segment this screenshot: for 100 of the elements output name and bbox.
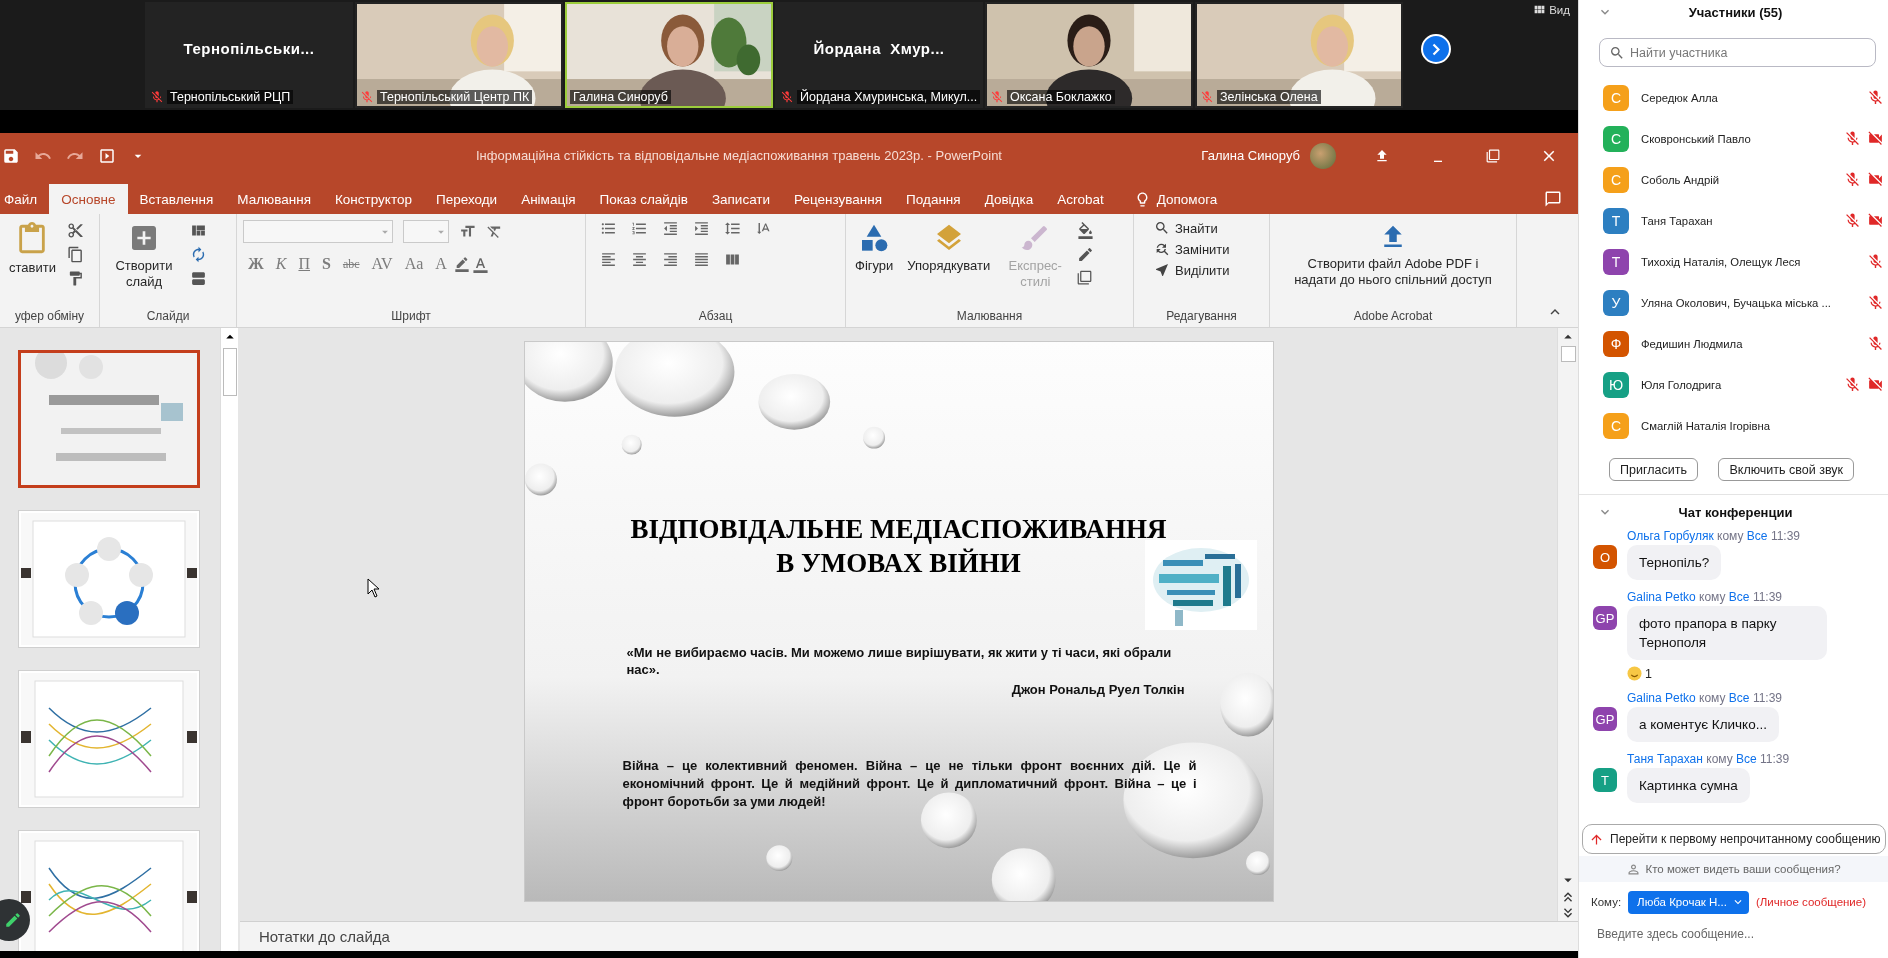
recipient-dropdown[interactable]: Люба Крочак Н... bbox=[1628, 890, 1749, 914]
font-name-field[interactable] bbox=[243, 220, 393, 243]
text-direction-icon[interactable] bbox=[755, 220, 772, 237]
format-button[interactable]: Ж bbox=[243, 255, 269, 273]
scissors-icon[interactable] bbox=[66, 222, 84, 239]
drawing-button[interactable]: Упорядкувати bbox=[904, 220, 994, 277]
align-left-icon[interactable] bbox=[600, 251, 617, 268]
paste-button[interactable]: ставити bbox=[6, 220, 59, 279]
restore-icon[interactable] bbox=[1486, 148, 1500, 163]
grid-icon bbox=[1533, 3, 1547, 16]
editing-button[interactable]: Знайти bbox=[1152, 220, 1220, 236]
participant-label: Оксана Боклажко bbox=[1007, 90, 1115, 104]
avatar: Т bbox=[1603, 248, 1629, 275]
ribbon-tab[interactable]: Вставлення bbox=[127, 184, 226, 214]
outline-icon[interactable] bbox=[1077, 246, 1095, 263]
create-pdf-button[interactable]: Створити файл Adobe PDF і надати до нього спільний доступ bbox=[1291, 220, 1495, 291]
bullets-icon[interactable] bbox=[600, 220, 617, 237]
group-label: уфер обміну bbox=[14, 308, 85, 325]
jump-to-unread-button[interactable]: Перейти к первому непрочитанному сообщению bbox=[1582, 824, 1886, 854]
avatar: Т bbox=[1603, 207, 1629, 234]
format-button[interactable]: К bbox=[270, 255, 292, 273]
participant-name: Соболь Андрій bbox=[1641, 173, 1721, 186]
mouse-cursor-icon bbox=[367, 578, 381, 598]
format-button[interactable]: A bbox=[430, 255, 452, 273]
avatar: GP bbox=[1593, 606, 1617, 630]
new-slide-button[interactable]: Створити слайд bbox=[106, 220, 182, 293]
ribbon-tab[interactable]: Acrobat bbox=[1045, 184, 1116, 214]
presentation-icon[interactable] bbox=[98, 146, 116, 165]
format-button[interactable]: AV bbox=[366, 255, 398, 273]
ribbon-tab[interactable]: Рецензування bbox=[782, 184, 895, 214]
avatar: С bbox=[1603, 166, 1629, 193]
panel-title: Участники (55) bbox=[1687, 4, 1784, 20]
message-header: Galina Petko кому Все 11:39 bbox=[1627, 590, 1784, 604]
replace-icon bbox=[1154, 241, 1170, 257]
section-icon[interactable] bbox=[190, 270, 207, 287]
ribbon-tab[interactable]: Переходи bbox=[424, 184, 510, 214]
drawing-button[interactable]: Фігури bbox=[852, 220, 897, 277]
help-button[interactable]: Допомога bbox=[1115, 184, 1230, 214]
participant-label: Тернопільський РЦП bbox=[167, 90, 294, 104]
participant-name: Федишин Людмила bbox=[1641, 337, 1744, 350]
format-button[interactable]: П bbox=[293, 255, 315, 273]
highlighter-icon[interactable] bbox=[453, 256, 470, 272]
comment-icon bbox=[1544, 190, 1562, 208]
recipient-label: Кому: bbox=[1591, 896, 1622, 908]
copy-icon[interactable] bbox=[66, 246, 84, 263]
view-button[interactable]: Вид bbox=[1525, 2, 1578, 17]
participant-name: Сковронський Павло bbox=[1641, 132, 1752, 145]
participant-name: Тернопільськи... bbox=[183, 39, 315, 57]
avatar: С bbox=[1603, 84, 1629, 111]
ribbon-tab[interactable]: Довідка bbox=[972, 184, 1046, 214]
align-right-icon[interactable] bbox=[662, 251, 679, 268]
participant-name: Йордана Хмур... bbox=[813, 39, 945, 57]
format-button[interactable]: S bbox=[317, 255, 336, 273]
notes-placeholder[interactable]: Нотатки до слайда bbox=[259, 928, 390, 945]
invite-button[interactable]: Пригласить bbox=[1609, 458, 1698, 481]
ribbon-tab[interactable]: Показ слайдів bbox=[587, 184, 700, 214]
reaction-count: 1 bbox=[1645, 666, 1652, 681]
ribbon-tab[interactable]: Записати bbox=[699, 184, 783, 214]
search-field[interactable]: Найти участника bbox=[1599, 38, 1876, 67]
font-color-icon[interactable] bbox=[471, 255, 489, 273]
scroll-thumb[interactable] bbox=[1560, 346, 1576, 362]
decrease-indent-icon[interactable] bbox=[662, 220, 679, 237]
participant-name: Тихохід Наталія, Олещук Леся bbox=[1641, 255, 1802, 268]
group-label: Малювання bbox=[956, 308, 1023, 325]
align-center-icon[interactable] bbox=[631, 251, 648, 268]
fill-icon[interactable] bbox=[1077, 222, 1095, 239]
participant-label: Тернопільський Центр ПК bbox=[377, 90, 533, 104]
ribbon-tab[interactable]: Файл bbox=[0, 184, 50, 214]
participant-label: Галина Синоруб bbox=[570, 90, 671, 104]
window-title: Інформаційна стійкість та відповідальне медіаспоживання травень 2023р. - PowerPoint bbox=[476, 148, 1002, 163]
message-bubble: а коментує Кличко... bbox=[1627, 707, 1779, 742]
reset-icon[interactable] bbox=[190, 246, 207, 263]
justify-icon[interactable] bbox=[693, 251, 710, 268]
format-button[interactable]: abc bbox=[337, 256, 365, 272]
font-size-field[interactable] bbox=[403, 220, 449, 243]
avatar: С bbox=[1603, 125, 1629, 152]
private-message-note: (Личное сообщение) bbox=[1755, 896, 1867, 908]
message-input[interactable]: Введите здесь сообщение... bbox=[1595, 922, 1888, 946]
format-button[interactable]: Aa bbox=[399, 255, 429, 273]
ribbon-tab[interactable]: Подання bbox=[894, 184, 973, 214]
group-label: Редагування bbox=[1166, 308, 1237, 325]
ribbon-tab[interactable]: Анімація bbox=[509, 184, 588, 214]
pencil-icon bbox=[4, 911, 22, 929]
ribbon-tab[interactable]: Малювання bbox=[225, 184, 323, 214]
line-spacing-icon[interactable] bbox=[724, 220, 741, 237]
ribbon-tab[interactable]: Конструктор bbox=[323, 184, 424, 214]
increase-indent-icon[interactable] bbox=[693, 220, 710, 237]
message-header: Galina Petko кому Все 11:39 bbox=[1627, 691, 1784, 705]
scroll-thumb[interactable] bbox=[222, 348, 237, 396]
numbering-icon[interactable] bbox=[631, 220, 648, 237]
unmute-button[interactable]: Включить свой звук bbox=[1718, 458, 1854, 481]
avatar: Т bbox=[1593, 768, 1617, 792]
ribbon-tab[interactable]: Основне bbox=[49, 184, 128, 214]
participant-name: Таня Тарахан bbox=[1641, 214, 1714, 227]
editing-button[interactable]: Виділити bbox=[1152, 262, 1232, 278]
next-page-button[interactable] bbox=[1421, 34, 1451, 64]
save-icon[interactable] bbox=[2, 146, 20, 165]
group-label: Adobe Acrobat bbox=[1353, 308, 1433, 325]
editing-button[interactable]: Замінити bbox=[1152, 241, 1232, 257]
avatar: У bbox=[1603, 289, 1629, 316]
